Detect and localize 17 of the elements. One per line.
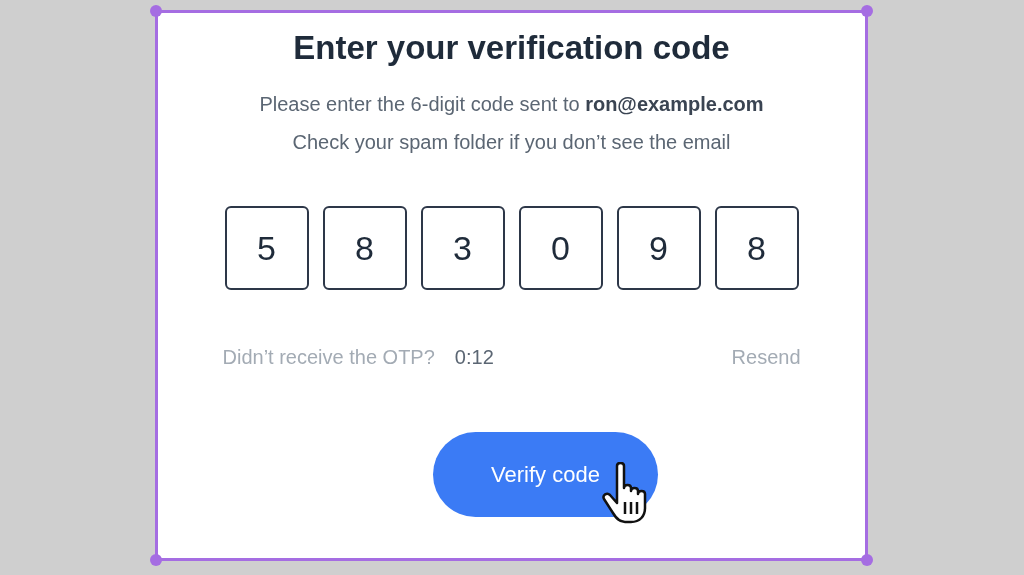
selection-handle[interactable] — [150, 554, 162, 566]
code-digit-field[interactable]: 8 — [714, 206, 799, 290]
instruction-text: Check your spam folder if you don’t see the email — [292, 131, 731, 154]
code-digit-field[interactable]: 8 — [322, 206, 407, 290]
selection-handle[interactable] — [150, 5, 162, 17]
resend-prompt: Didn’t receive the OTP? — [222, 346, 435, 369]
code-digit-field[interactable]: 3 — [420, 206, 505, 290]
code-digit-field[interactable]: 5 — [224, 206, 309, 290]
countdown-timer: 0:12 — [454, 346, 494, 369]
code-digit-field[interactable]: 9 — [616, 206, 701, 290]
dialog-title: Enter your verification code — [293, 29, 730, 67]
instruction-text: Please enter the 6-digit code sent to ron@example.com — [259, 93, 764, 116]
code-digit-field[interactable]: 0 — [518, 206, 603, 290]
hand-pointer-icon — [601, 462, 649, 524]
verify-button[interactable]: Verify code — [433, 432, 658, 517]
selection-handle[interactable] — [861, 5, 873, 17]
selection-handle[interactable] — [861, 554, 873, 566]
